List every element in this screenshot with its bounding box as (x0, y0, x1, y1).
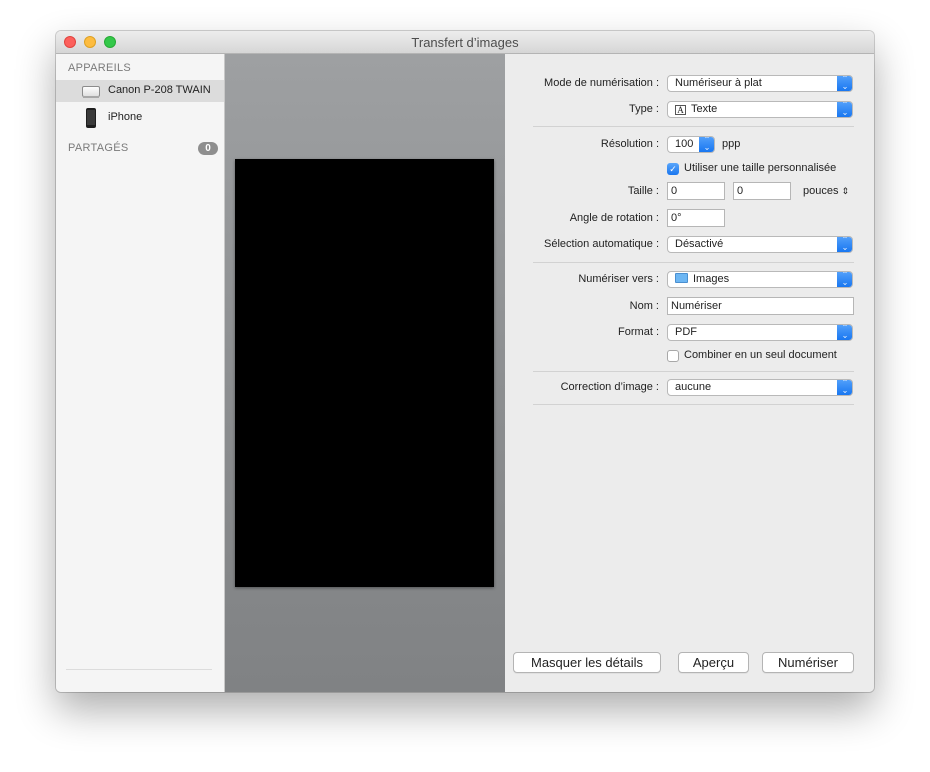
name-label: Nom : (629, 300, 659, 312)
rotation-label: Angle de rotation : (569, 212, 659, 224)
scan-to-label: Numériser vers : (578, 273, 659, 285)
scan-to-popup[interactable]: Images ⌃ ⌃ (667, 271, 853, 288)
size-width-input[interactable]: 0 (667, 182, 725, 200)
scan-button[interactable]: Numériser (762, 652, 854, 673)
combine-checkbox[interactable] (667, 350, 679, 362)
type-popup[interactable]: A Texte ⌃ ⌃ (667, 101, 853, 118)
scan-preview-area[interactable] (225, 54, 505, 692)
combine-label: Combiner en un seul document (684, 349, 837, 361)
chevron-up-down-icon: ⌃ ⌃ (837, 380, 852, 395)
image-correction-label: Correction d’image : (560, 381, 659, 393)
size-unit-value: pouces (803, 185, 839, 197)
resolution-unit: ppp (722, 138, 741, 150)
image-capture-window: Transfert d’images APPAREILS Canon P-208… (56, 31, 874, 692)
iphone-icon (86, 108, 96, 128)
sidebar-item-canon-scanner[interactable]: Canon P-208 TWAIN (56, 80, 224, 102)
sidebar-item-label: iPhone (108, 111, 143, 123)
resolution-label: Résolution : (600, 138, 659, 150)
preview-document[interactable] (235, 159, 494, 587)
sidebar-item-label: Canon P-208 TWAIN (108, 84, 211, 96)
text-document-icon: A (675, 105, 686, 115)
separator (533, 126, 854, 127)
name-input[interactable]: Numériser (667, 297, 854, 315)
separator (533, 262, 854, 263)
scanner-icon (82, 84, 100, 98)
shared-count-badge: 0 (198, 142, 218, 155)
chevron-up-down-icon: ⌃ ⌃ (837, 272, 852, 287)
window-title: Transfert d’images (411, 35, 519, 50)
format-value: PDF (675, 326, 697, 338)
chevron-up-down-icon: ⇕ (841, 186, 850, 196)
size-label: Taille : (627, 185, 659, 197)
chevron-up-down-icon: ⌃ ⌃ (837, 325, 852, 340)
overview-button[interactable]: Aperçu (678, 652, 749, 673)
hide-details-button[interactable]: Masquer les détails (513, 652, 661, 673)
title-bar[interactable]: Transfert d’images (56, 31, 874, 54)
separator (533, 404, 854, 405)
scan-mode-label: Mode de numérisation : (544, 77, 659, 89)
custom-size-label: Utiliser une taille personnalisée (684, 162, 837, 174)
chevron-up-down-icon: ⌃ ⌃ (837, 102, 852, 117)
separator (533, 371, 854, 372)
auto-selection-value: Désactivé (675, 238, 724, 250)
custom-size-checkbox[interactable]: ✓ (667, 163, 679, 175)
size-unit-popup[interactable]: pouces ⇕ (803, 185, 849, 197)
scan-mode-popup[interactable]: Numériseur à plat ⌃ ⌃ (667, 75, 853, 92)
image-correction-value: aucune (675, 381, 712, 393)
auto-selection-label: Sélection automatique : (544, 238, 659, 250)
shared-header: PARTAGÉS (68, 142, 129, 154)
scan-settings-panel: Mode de numérisation : Numériseur à plat… (505, 54, 874, 692)
resolution-popup[interactable]: 100 ⌃ ⌃ (667, 136, 715, 153)
chevron-up-down-icon: ⌃ ⌃ (699, 137, 714, 152)
auto-selection-popup[interactable]: Désactivé ⌃ ⌃ (667, 236, 853, 253)
format-popup[interactable]: PDF ⌃ ⌃ (667, 324, 853, 341)
folder-icon (675, 273, 688, 283)
sidebar: APPAREILS Canon P-208 TWAIN iPhone PARTA… (56, 54, 225, 692)
format-label: Format : (618, 326, 659, 338)
type-label: Type : (629, 103, 659, 115)
size-height-input[interactable]: 0 (733, 182, 791, 200)
scan-to-value: Images (693, 273, 730, 285)
sidebar-divider (66, 669, 212, 670)
type-value: Texte (691, 103, 718, 115)
image-correction-popup[interactable]: aucune ⌃ ⌃ (667, 379, 853, 396)
rotation-input[interactable]: 0° (667, 209, 725, 227)
devices-header: APPAREILS (68, 62, 132, 74)
chevron-up-down-icon: ⌃ ⌃ (837, 237, 852, 252)
sidebar-item-iphone[interactable]: iPhone (56, 107, 224, 129)
scan-mode-value: Numériseur à plat (675, 77, 762, 89)
resolution-value: 100 (675, 138, 694, 150)
chevron-up-down-icon: ⌃ ⌃ (837, 76, 852, 91)
